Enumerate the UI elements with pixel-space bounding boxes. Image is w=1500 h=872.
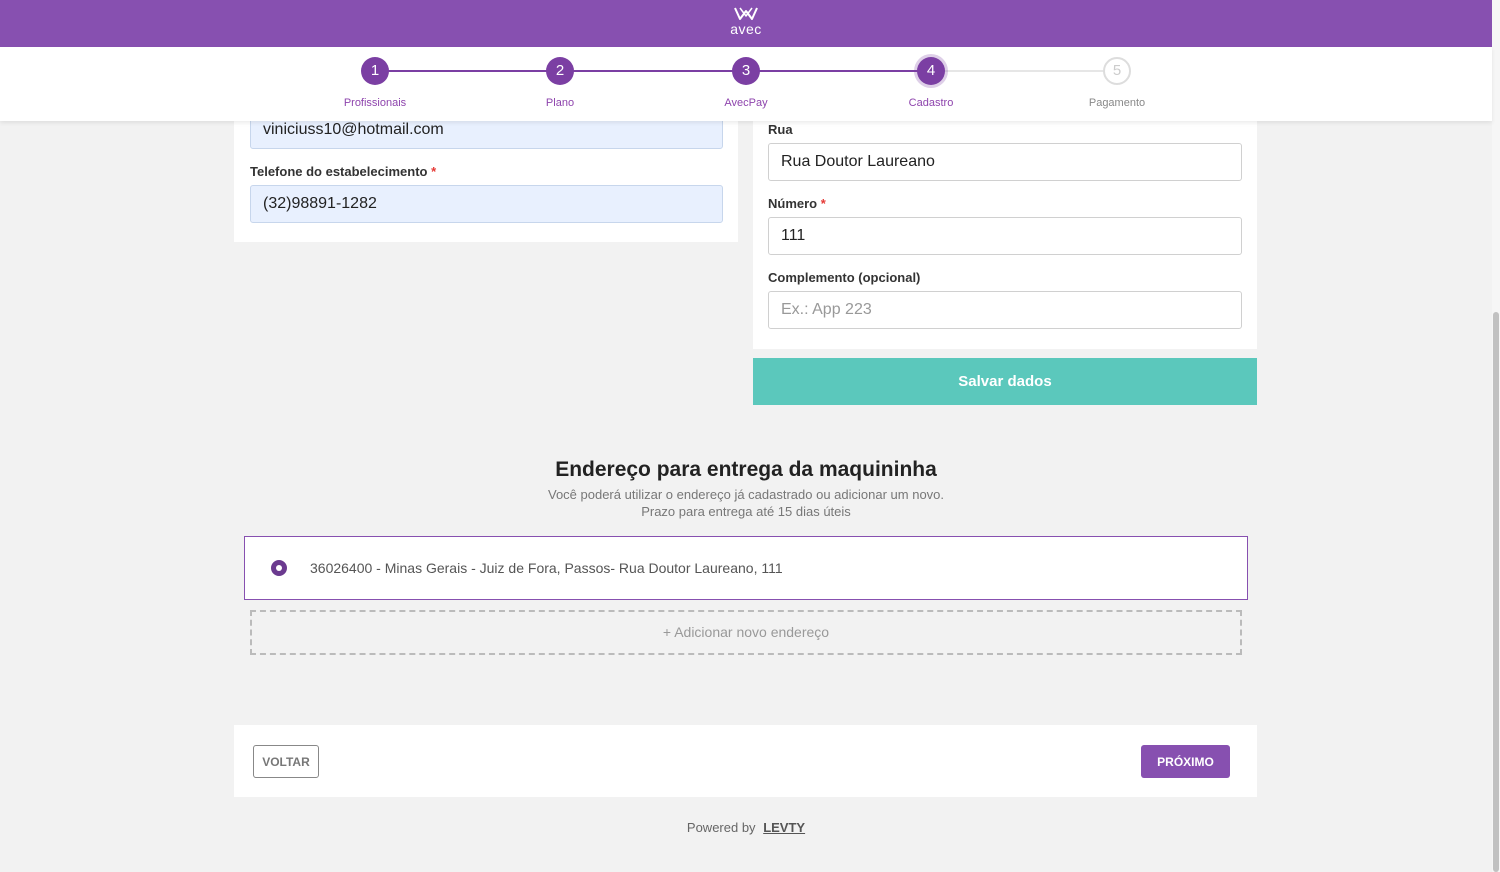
address-card: Rua Rua Doutor Laureano Número * 111 Com… <box>753 100 1257 349</box>
step-cadastro[interactable]: 4 Cadastro <box>871 57 991 109</box>
footer-nav: VOLTAR PRÓXIMO <box>234 725 1257 797</box>
delivery-deadline: Prazo para entrega até 15 dias úteis <box>641 504 851 519</box>
phone-label-text: Telefone do estabelecimento <box>250 164 428 179</box>
levty-link[interactable]: LEVTY <box>763 820 805 835</box>
establishment-card: viniciuss10@hotmail.com Telefone do esta… <box>234 100 738 242</box>
logo-text: avec <box>730 21 762 37</box>
top-bar: avec <box>0 0 1492 47</box>
step-number: 5 <box>1103 57 1131 85</box>
number-field[interactable]: 111 <box>768 217 1242 255</box>
step-profissionais[interactable]: 1 Profissionais <box>315 57 435 109</box>
scrollbar[interactable] <box>1492 0 1500 872</box>
complement-field[interactable] <box>768 291 1242 329</box>
save-data-button[interactable]: Salvar dados <box>753 358 1257 405</box>
avec-logo-icon <box>734 7 758 20</box>
progress-stepper: 1 Profissionais 2 Plano 3 AvecPay 4 Cada… <box>0 47 1492 121</box>
step-pagamento: 5 Pagamento <box>1057 57 1177 109</box>
step-avecpay[interactable]: 3 AvecPay <box>686 57 806 109</box>
step-plano[interactable]: 2 Plano <box>500 57 620 109</box>
delivery-subtitle: Você poderá utilizar o endereço já cadas… <box>547 487 945 502</box>
street-field[interactable]: Rua Doutor Laureano <box>768 143 1242 181</box>
step-label: Pagamento <box>1088 97 1146 109</box>
number-label: Número * <box>768 196 826 211</box>
back-button[interactable]: VOLTAR <box>253 745 319 778</box>
step-number: 1 <box>361 57 389 85</box>
powered-by-text: Powered by <box>686 820 756 835</box>
address-option[interactable]: 36026400 - Minas Gerais - Juiz de Fora, … <box>244 536 1248 600</box>
step-number: 3 <box>732 57 760 85</box>
street-label: Rua <box>768 122 793 137</box>
delivery-title: Endereço para entrega da maquininha <box>555 458 937 481</box>
address-radio[interactable] <box>271 560 287 576</box>
address-text: 36026400 - Minas Gerais - Juiz de Fora, … <box>310 560 783 576</box>
step-number: 4 <box>917 57 945 85</box>
step-number: 2 <box>546 57 574 85</box>
scrollbar-thumb[interactable] <box>1493 312 1499 872</box>
next-button[interactable]: PRÓXIMO <box>1141 745 1230 778</box>
required-marker: * <box>820 196 826 211</box>
avec-logo[interactable]: avec <box>722 6 770 36</box>
step-label: AvecPay <box>724 97 768 109</box>
add-address-button[interactable]: + Adicionar novo endereço <box>250 610 1242 655</box>
phone-label: Telefone do estabelecimento * <box>250 164 436 179</box>
required-marker: * <box>431 164 437 179</box>
powered-by: Powered by LEVTY <box>0 820 1492 835</box>
stepper-line-complete <box>375 70 931 72</box>
phone-field[interactable]: (32)98891-1282 <box>250 185 723 223</box>
step-label: Cadastro <box>908 97 954 109</box>
step-label: Profissionais <box>343 97 407 109</box>
step-label: Plano <box>545 97 575 109</box>
number-label-text: Número <box>768 196 818 211</box>
complement-label: Complemento (opcional) <box>768 270 921 285</box>
